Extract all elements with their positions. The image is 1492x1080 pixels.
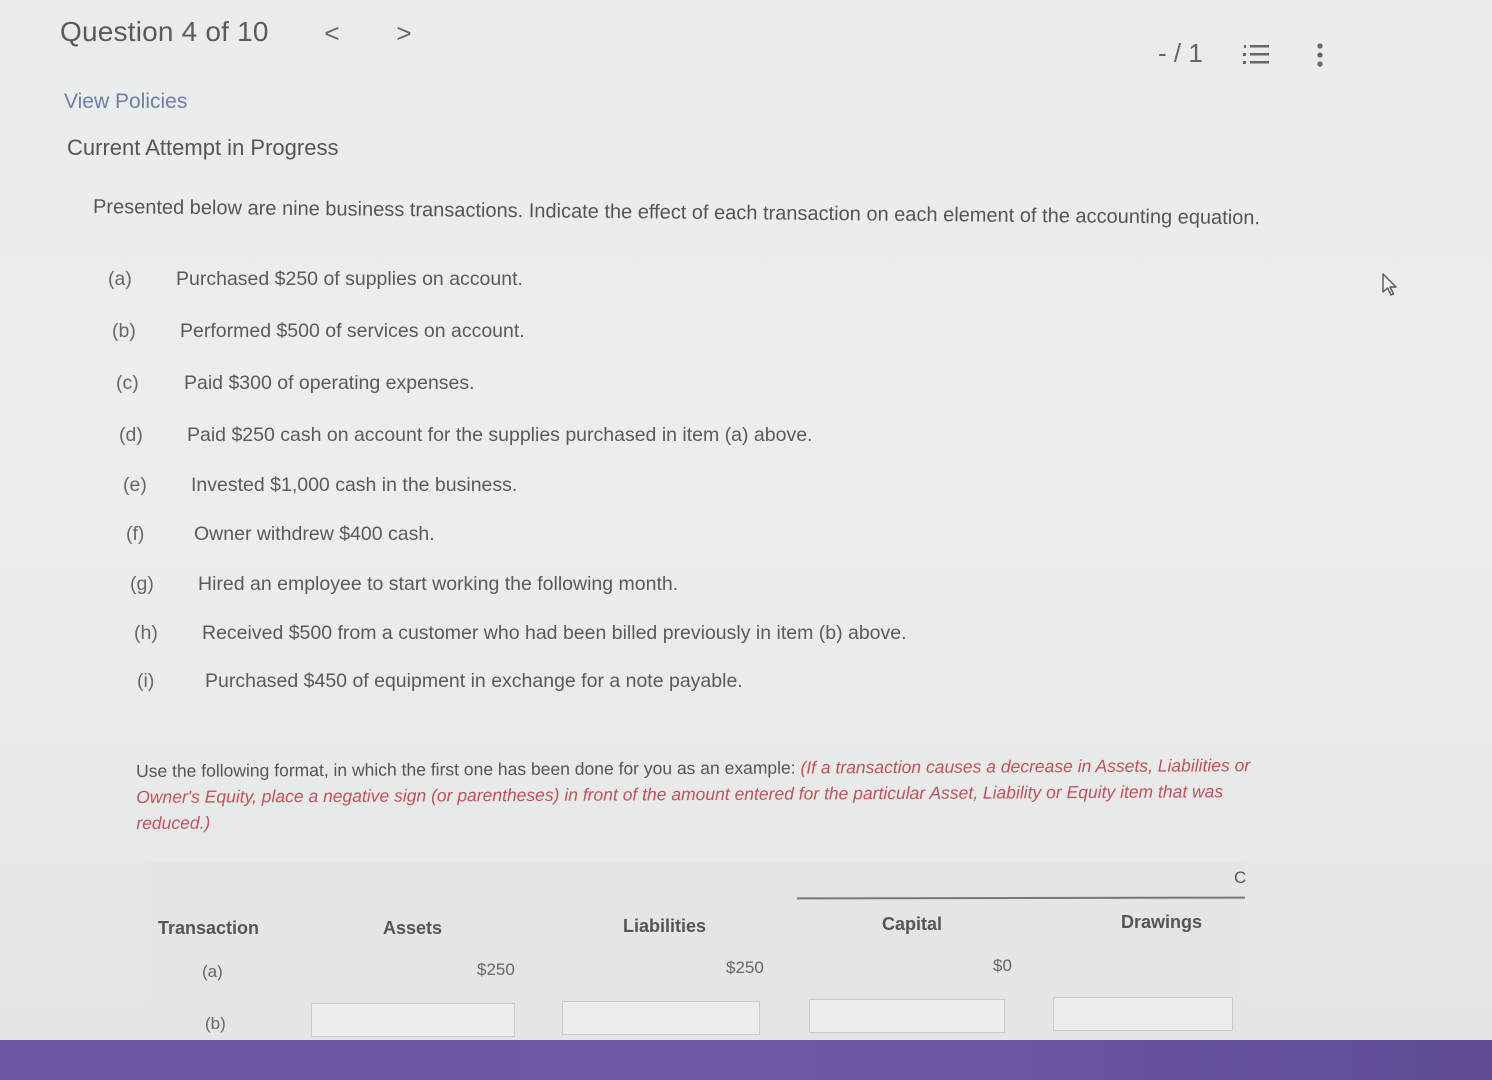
row-a-capital: $0 xyxy=(993,956,1012,975)
question-list-icon[interactable] xyxy=(1243,42,1271,68)
transaction-text: Performed $500 of services on account. xyxy=(180,320,525,342)
attempt-status: Current Attempt in Progress xyxy=(67,135,339,160)
question-counter: Question 4 of 10 xyxy=(60,16,269,47)
transaction-item: (e) Invested $1,000 cash in the business. xyxy=(123,474,517,497)
transaction-item: (a) Purchased $250 of supplies on account… xyxy=(108,268,523,291)
transaction-text: Paid $250 cash on account for the suppli… xyxy=(187,424,813,446)
transaction-letter: (g) xyxy=(130,573,154,595)
transaction-letter: (h) xyxy=(134,622,158,644)
transaction-text: Paid $300 of operating expenses. xyxy=(184,372,475,394)
column-header-capital: Capital xyxy=(882,914,943,934)
transaction-text: Invested $1,000 cash in the business. xyxy=(191,474,518,496)
format-intro: Use the following format, in which the f… xyxy=(136,757,801,781)
question-intro: Presented below are nine business transa… xyxy=(92,196,1261,230)
transaction-letter: (b) xyxy=(112,320,136,342)
equity-group-header: C xyxy=(1234,868,1247,887)
bottom-bar xyxy=(0,1040,1492,1080)
transaction-text: Received $500 from a customer who had be… xyxy=(202,622,907,644)
row-a-assets: $250 xyxy=(477,960,515,979)
question-page: Question 4 of 10 < > - / 1 View Policies… xyxy=(0,0,1492,1042)
transaction-item: (g) Hired an employee to start working th… xyxy=(130,573,678,596)
row-a-transaction: (a) xyxy=(202,962,223,981)
transaction-letter: (a) xyxy=(108,268,132,290)
row-b-transaction: (b) xyxy=(205,1014,226,1033)
mouse-pointer-icon xyxy=(1380,272,1400,298)
transaction-text: Hired an employee to start working the f… xyxy=(198,573,679,595)
transaction-text: Owner withdrew $400 cash. xyxy=(194,523,435,545)
transaction-item: (f) Owner withdrew $400 cash. xyxy=(126,523,435,546)
next-question-button[interactable]: > xyxy=(392,18,416,49)
transaction-item: (i) Purchased $450 of equipment in exchan… xyxy=(137,670,743,693)
transaction-item: (b) Performed $500 of services on account… xyxy=(112,320,525,343)
row-a-liabilities: $250 xyxy=(726,958,764,977)
transaction-item: (d) Paid $250 cash on account for the sup… xyxy=(119,424,812,447)
format-instructions: Use the following format, in which the f… xyxy=(136,752,1266,836)
transaction-letter: (i) xyxy=(137,670,155,692)
row-b-liabilities-input[interactable] xyxy=(562,1001,760,1035)
row-b-capital-input[interactable] xyxy=(809,999,1005,1033)
column-header-transaction: Transaction xyxy=(158,918,260,938)
view-policies-link[interactable]: View Policies xyxy=(64,90,187,114)
transaction-item: (h) Received $500 from a customer who had… xyxy=(134,622,907,645)
more-options-icon[interactable] xyxy=(1312,42,1328,70)
transaction-letter: (c) xyxy=(116,372,139,394)
column-header-assets: Assets xyxy=(383,918,443,938)
transaction-text: Purchased $450 of equipment in exchange … xyxy=(205,670,743,692)
transaction-letter: (d) xyxy=(119,424,143,446)
transaction-text: Purchased $250 of supplies on account. xyxy=(176,268,523,290)
transaction-letter: (f) xyxy=(126,523,145,545)
row-b-drawings-input[interactable] xyxy=(1053,997,1233,1031)
score-display: - / 1 xyxy=(1158,38,1203,68)
transaction-letter: (e) xyxy=(123,474,147,496)
column-header-drawings: Drawings xyxy=(1121,912,1203,932)
transaction-item: (c) Paid $300 of operating expenses. xyxy=(116,372,475,395)
row-b-assets-input[interactable] xyxy=(311,1003,515,1037)
previous-question-button[interactable]: < xyxy=(320,18,344,49)
column-header-liabilities: Liabilities xyxy=(623,916,707,936)
